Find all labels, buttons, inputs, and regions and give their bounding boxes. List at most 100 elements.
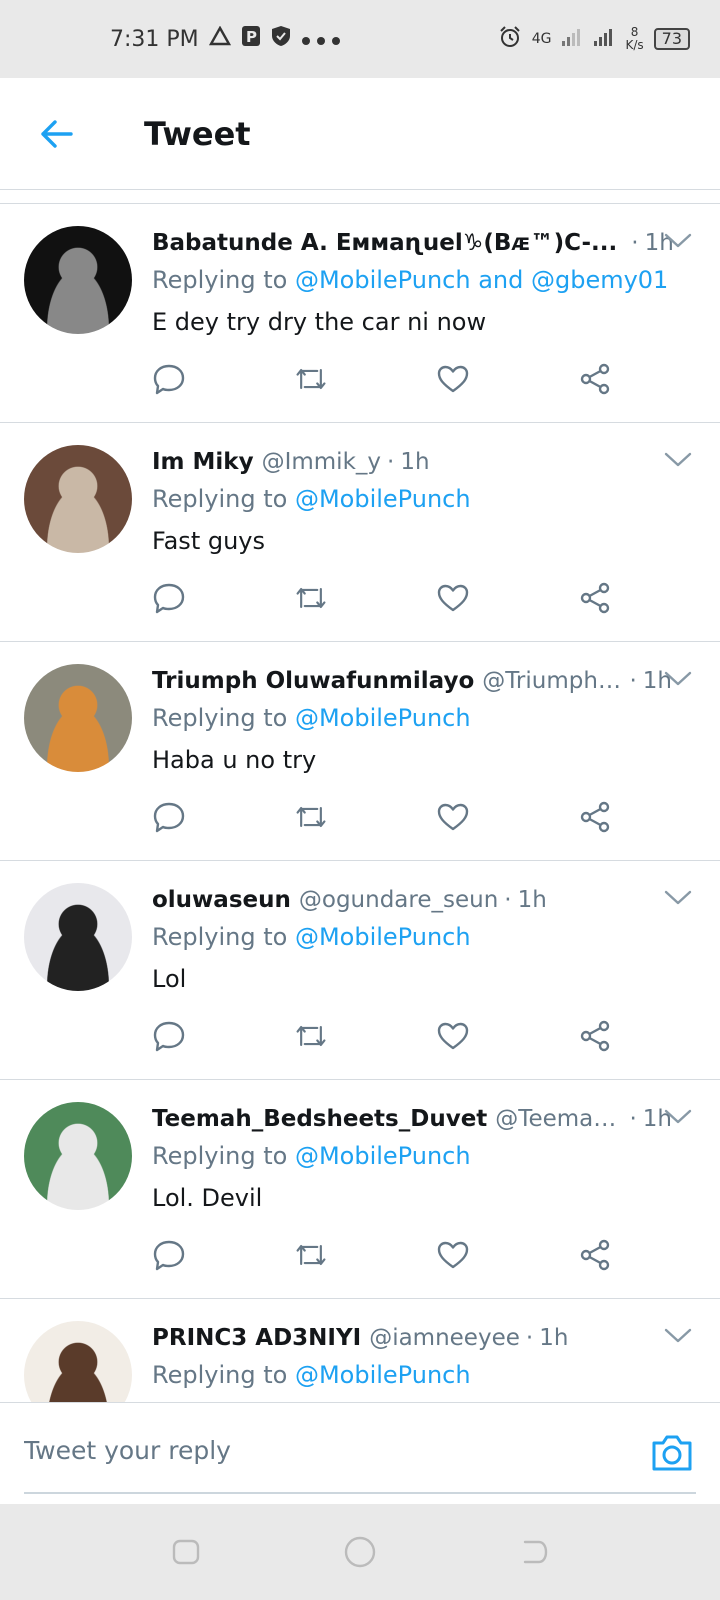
replying-mentions[interactable]: @MobilePunch [295,485,471,513]
replying-to: Replying to @MobilePunch and @gbemy01 [152,266,672,294]
system-nav-bar [0,1504,720,1600]
author-handle[interactable]: @Teemah_... [495,1106,623,1132]
separator-dot: · [629,1106,637,1132]
chevron-down-icon[interactable] [664,670,692,690]
retweet-icon[interactable] [294,800,328,834]
reply-underline [24,1492,696,1494]
share-icon[interactable] [578,362,612,396]
author-name[interactable]: oluwaseun [152,887,291,913]
replying-prefix: Replying to [152,1142,288,1170]
shield-icon [271,25,291,53]
tweet-body: PRINC3 AD3NIYI @iamneeyee · 1h Replying … [152,1321,672,1402]
avatar[interactable] [24,445,132,553]
tweet-body: Im Miky @Immik_y · 1h Replying to @Mobil… [152,445,672,555]
tweet-item[interactable]: oluwaseun @ogundare_seun · 1h Replying t… [0,861,720,1080]
tweet-item[interactable]: Triumph Oluwafunmilayo @TriumphOlu... · … [0,642,720,861]
like-heart-icon[interactable] [436,362,470,396]
author-handle[interactable]: @ogundare_seun [299,887,498,913]
reply-input[interactable] [24,1425,624,1475]
reply-icon[interactable] [152,362,186,396]
share-icon[interactable] [578,581,612,615]
retweet-icon[interactable] [294,1019,328,1053]
replying-mentions[interactable]: @MobilePunch [295,923,471,951]
tweet-item[interactable]: Babatunde A. Eᴍᴍaɳuel♑(Bᴁ™)C-... · 1h Re… [0,204,720,423]
tweet-item[interactable]: Im Miky @Immik_y · 1h Replying to @Mobil… [0,423,720,642]
reply-icon[interactable] [152,581,186,615]
replying-prefix: Replying to [152,485,288,513]
retweet-icon[interactable] [294,581,328,615]
status-time: 7:31 PM [110,26,199,52]
recent-apps-icon[interactable] [169,1535,203,1569]
chevron-down-icon[interactable] [664,889,692,909]
tweet-body: Teemah_Bedsheets_Duvet @Teemah_... · 1h … [152,1102,672,1212]
reply-icon[interactable] [152,800,186,834]
avatar[interactable] [24,664,132,772]
tweet-item[interactable]: Teemah_Bedsheets_Duvet @Teemah_... · 1h … [0,1080,720,1299]
tweet-actions [152,362,612,396]
replying-to: Replying to @MobilePunch [152,923,672,951]
chevron-down-icon[interactable] [664,232,692,252]
back-arrow-icon[interactable] [38,116,74,152]
status-left: 7:31 PM P [110,25,341,53]
reply-composer [0,1402,720,1504]
avatar[interactable] [24,226,132,334]
like-heart-icon[interactable] [436,800,470,834]
status-bar: 7:31 PM P 4G 8 K/s 73 [0,0,720,78]
svg-text:P: P [246,28,257,46]
author-name[interactable]: Babatunde A. Eᴍᴍaɳuel♑(Bᴁ™)C-... [152,230,617,256]
chevron-down-icon[interactable] [664,1108,692,1128]
like-heart-icon[interactable] [436,581,470,615]
reply-icon[interactable] [152,1238,186,1272]
share-icon[interactable] [578,1019,612,1053]
retweet-icon[interactable] [294,1238,328,1272]
like-heart-icon[interactable] [436,1238,470,1272]
tweet-actions [152,581,612,615]
warning-triangle-icon [208,25,231,52]
replying-to: Replying to @MobilePunch [152,1142,672,1170]
alarm-icon [498,25,522,53]
author-handle[interactable]: @TriumphOlu... [482,668,623,694]
like-heart-icon[interactable] [436,1019,470,1053]
replying-mentions[interactable]: @MobilePunch [295,1361,471,1389]
avatar[interactable] [24,1321,132,1402]
replying-prefix: Replying to [152,704,288,732]
home-icon[interactable] [343,1535,377,1569]
chevron-down-icon[interactable] [664,451,692,471]
replying-mentions[interactable]: @MobilePunch [295,1142,471,1170]
reply-icon[interactable] [152,1019,186,1053]
tweet-meta: Im Miky @Immik_y · 1h [152,445,672,479]
author-name[interactable]: Im Miky [152,449,254,475]
tweet-text: Haba u no try [152,746,317,774]
tweet-time: 1h [400,449,430,475]
replying-prefix: Replying to [152,266,288,294]
share-icon[interactable] [578,1238,612,1272]
speed-unit: K/s [625,38,644,52]
signal-icon-2 [593,27,615,51]
retweet-icon[interactable] [294,362,328,396]
share-icon[interactable] [578,800,612,834]
author-handle[interactable]: @Immik_y [262,449,381,475]
replying-mentions[interactable]: @MobilePunch and @gbemy01 [295,266,668,294]
avatar[interactable] [24,1102,132,1210]
avatar[interactable] [24,883,132,991]
replying-to: Replying to @MobilePunch [152,1361,672,1389]
tweet-body: oluwaseun @ogundare_seun · 1h Replying t… [152,883,672,993]
author-name[interactable]: Teemah_Bedsheets_Duvet [152,1106,487,1132]
author-name[interactable]: Triumph Oluwafunmilayo [152,668,474,694]
author-handle[interactable]: @iamneeyee [369,1325,520,1351]
tweet-text: E dey try dry the car ni now [152,308,487,336]
separator-dot: · [525,1325,534,1351]
replies-feed[interactable]: Babatunde A. Eᴍᴍaɳuel♑(Bᴁ™)C-... · 1h Re… [0,204,720,1402]
separator-dot: · [631,230,639,256]
top-app-bar: Tweet [0,78,720,190]
author-name[interactable]: PRINC3 AD3NIYI [152,1325,361,1351]
replying-mentions[interactable]: @MobilePunch [295,704,471,732]
back-nav-icon[interactable] [517,1535,551,1569]
camera-icon[interactable] [650,1433,694,1473]
network-speed: 8 K/s [625,26,643,52]
tweet-body: Triumph Oluwafunmilayo @TriumphOlu... · … [152,664,672,774]
chevron-down-icon[interactable] [664,1327,692,1347]
tweet-meta: oluwaseun @ogundare_seun · 1h [152,883,672,917]
tweet-text: Lol [152,965,187,993]
tweet-item[interactable]: PRINC3 AD3NIYI @iamneeyee · 1h Replying … [0,1299,720,1402]
